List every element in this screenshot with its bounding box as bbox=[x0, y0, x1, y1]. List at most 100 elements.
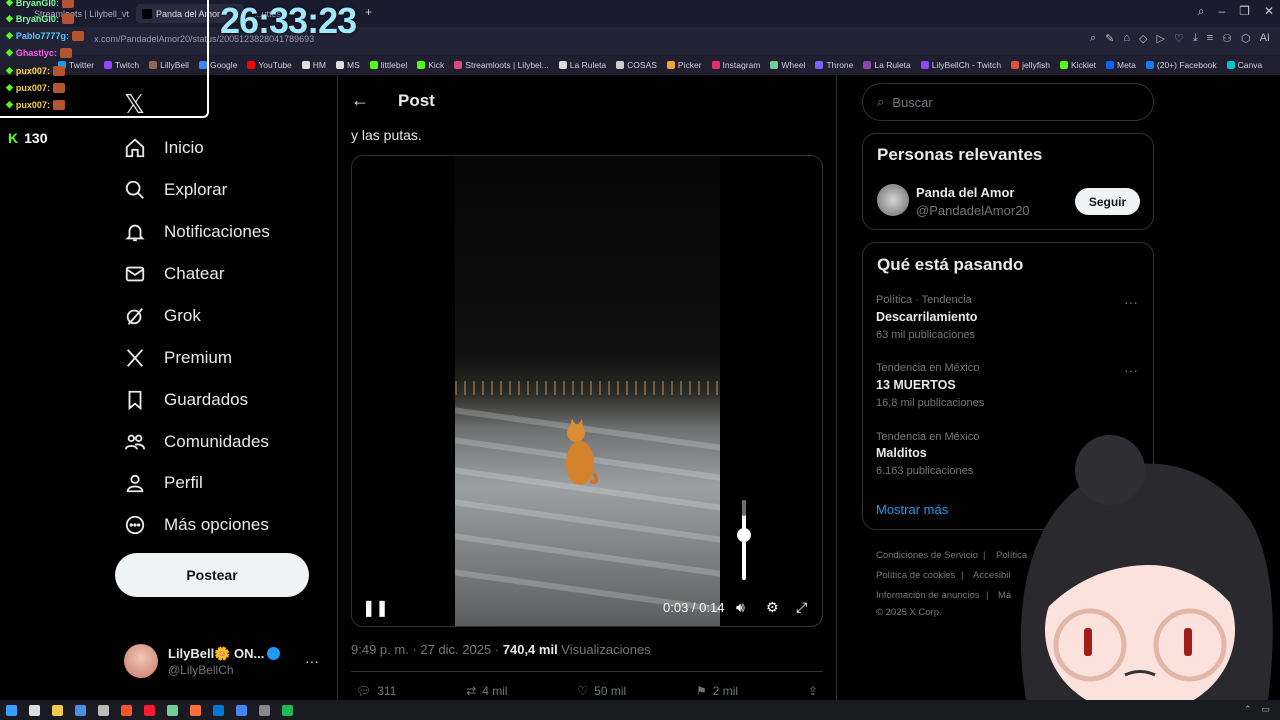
nav-item-inicio[interactable]: Inicio bbox=[124, 137, 204, 159]
brave-icon[interactable] bbox=[121, 704, 132, 716]
bookmark-item[interactable]: Canva bbox=[1226, 60, 1262, 70]
app-icon[interactable] bbox=[75, 704, 86, 716]
bookmark-item[interactable]: MS bbox=[336, 60, 360, 70]
bookmark-item[interactable]: LilyBellCh - Twitch bbox=[920, 60, 1001, 70]
menu-icon[interactable]: ≡ bbox=[1207, 32, 1213, 45]
bookmark-item[interactable]: Instagram bbox=[711, 60, 760, 70]
start-icon[interactable] bbox=[6, 704, 17, 716]
bookmark-item[interactable]: Picker bbox=[666, 60, 702, 70]
reply-button[interactable]: 💬︎ 311 bbox=[356, 684, 396, 698]
like-button[interactable]: ♡ 50 mil bbox=[577, 684, 626, 698]
browser-toolbar: ⌕ ✎ ⌂ ◇ ▷ ♡ ⤓ ≡ ⚇ ⬡ AI bbox=[1090, 32, 1270, 45]
follow-button[interactable]: Seguir bbox=[1075, 188, 1140, 215]
bookmark-item[interactable]: La Ruleta bbox=[558, 60, 606, 70]
views-count: 740,4 mil bbox=[502, 642, 558, 657]
bookmark-icon: ⚑ bbox=[696, 684, 707, 698]
zoom-icon[interactable]: ⌕ bbox=[1090, 32, 1096, 45]
post-actions: 💬︎ 311 ⇄ 4 mil ♡ 50 mil ⚑ 2 mil ⇪ bbox=[356, 684, 818, 698]
edge-icon[interactable] bbox=[213, 704, 224, 716]
nav-item-guardados[interactable]: Guardados bbox=[124, 389, 248, 411]
heart-icon[interactable]: ♡ bbox=[1174, 32, 1184, 45]
show-more-link[interactable]: Mostrar más bbox=[876, 502, 948, 517]
nav-item-explorar[interactable]: Explorar bbox=[124, 179, 227, 201]
settings-icon[interactable]: ⚙ bbox=[766, 599, 779, 616]
bookmark-item[interactable]: Kicklet bbox=[1059, 60, 1096, 70]
avatar[interactable] bbox=[877, 184, 909, 216]
nav-item-mas-opciones[interactable]: Más opciones bbox=[124, 514, 269, 536]
bookmark-item[interactable]: YouTube bbox=[247, 60, 292, 70]
footer-link-ads[interactable]: Información de anuncios bbox=[876, 590, 980, 601]
bookmark-item[interactable]: COSAS bbox=[616, 60, 657, 70]
volume-icon[interactable]: 🔊︎ bbox=[736, 599, 745, 616]
bookmark-item[interactable]: HM bbox=[301, 60, 326, 70]
extension-icon[interactable]: ⬡ bbox=[1241, 32, 1251, 45]
bookmark-item[interactable]: Wheel bbox=[770, 60, 805, 70]
edit-icon[interactable]: ✎ bbox=[1105, 32, 1114, 45]
volume-slider-handle[interactable] bbox=[737, 528, 751, 542]
repost-button[interactable]: ⇄ 4 mil bbox=[466, 684, 507, 698]
chrome-icon[interactable] bbox=[236, 704, 247, 716]
firefox-icon[interactable] bbox=[190, 704, 201, 716]
trend-more-icon[interactable]: ··· bbox=[1124, 362, 1138, 378]
app-icon[interactable] bbox=[98, 704, 109, 716]
trend-name[interactable]: 13 MUERTOS bbox=[876, 378, 956, 392]
shield-icon[interactable]: ◇ bbox=[1139, 32, 1147, 45]
notification-icon[interactable]: ▭ bbox=[1261, 704, 1270, 715]
nav-item-notificaciones[interactable]: Notificaciones bbox=[124, 221, 270, 243]
account-icon[interactable]: ⚇ bbox=[1222, 32, 1232, 45]
trend-name[interactable]: Descarrilamiento bbox=[876, 310, 977, 324]
pause-icon[interactable]: ❚❚ bbox=[362, 598, 389, 618]
bookmark-item[interactable]: (20+) Facebook bbox=[1145, 60, 1217, 70]
new-tab-icon[interactable]: + bbox=[365, 5, 372, 19]
video-time: 0:03 / 0:14 bbox=[663, 600, 725, 615]
trend-category: Política · Tendencia bbox=[876, 294, 972, 306]
app-icon[interactable] bbox=[167, 704, 178, 716]
bookmark-item[interactable]: Streamloots | Lilybel... bbox=[454, 60, 549, 70]
relevant-person-name[interactable]: Panda del Amor bbox=[916, 185, 1014, 200]
footer-link-cookies[interactable]: Política de cookies bbox=[876, 570, 955, 581]
bookmark-button[interactable]: ⚑ 2 mil bbox=[696, 684, 738, 698]
bookmark-item[interactable]: Throne bbox=[815, 60, 853, 70]
bookmark-item[interactable]: Kick bbox=[417, 60, 444, 70]
trend-more-icon[interactable]: ··· bbox=[1124, 294, 1138, 310]
footer-link-terms[interactable]: Condiciones de Servicio bbox=[876, 550, 978, 561]
people-icon bbox=[124, 434, 146, 450]
opera-icon[interactable] bbox=[144, 704, 155, 716]
folder-icon[interactable] bbox=[52, 704, 63, 716]
nav-item-grok[interactable]: Grok bbox=[124, 305, 201, 327]
chat-message: ◆ Ghastlyc: bbox=[6, 47, 72, 58]
maximize-icon[interactable]: ❐ bbox=[1239, 4, 1250, 19]
account-more-icon[interactable]: ··· bbox=[305, 653, 319, 669]
nav-item-premium[interactable]: Premium bbox=[124, 347, 232, 369]
post-timestamp[interactable]: 9:49 p. m. · 27 dic. 2025 · bbox=[351, 642, 503, 657]
camera-icon[interactable]: ⌂ bbox=[1123, 32, 1130, 45]
tray-icon[interactable]: ⌃ bbox=[1244, 704, 1252, 715]
nav-item-chatear[interactable]: Chatear bbox=[124, 263, 224, 285]
app-icon[interactable] bbox=[29, 704, 40, 716]
bookmark-item[interactable]: jellyfish bbox=[1011, 60, 1050, 70]
fullscreen-icon[interactable]: ⤢ bbox=[796, 599, 807, 616]
ai-icon[interactable]: AI bbox=[1260, 32, 1270, 45]
share-button[interactable]: ⇪ bbox=[808, 684, 818, 698]
nav-item-comunidades[interactable]: Comunidades bbox=[124, 431, 269, 453]
bookmark-item[interactable]: La Ruleta bbox=[863, 60, 911, 70]
obs-icon[interactable] bbox=[259, 704, 270, 716]
search-tabs-icon[interactable]: ⌕ bbox=[1198, 4, 1205, 19]
nav-item-perfil[interactable]: Perfil bbox=[124, 472, 203, 494]
close-icon[interactable]: ✕ bbox=[1264, 4, 1274, 19]
download-icon[interactable]: ⤓ bbox=[1193, 32, 1198, 45]
video-player[interactable] bbox=[351, 155, 823, 627]
search-input[interactable]: ⌕ Buscar bbox=[862, 83, 1154, 121]
minimize-icon[interactable]: – bbox=[1218, 4, 1225, 19]
account-switcher[interactable]: LilyBell🌼 ON... @LilyBellCh bbox=[124, 644, 281, 678]
post-button[interactable]: Postear bbox=[115, 553, 309, 597]
post-text: y las putas. bbox=[351, 127, 422, 143]
spotify-icon[interactable] bbox=[282, 704, 293, 716]
bookmark-item[interactable]: Meta bbox=[1105, 60, 1136, 70]
back-arrow-icon[interactable]: ← bbox=[351, 90, 369, 111]
bookmark-item[interactable]: littlebel bbox=[369, 60, 407, 70]
play-icon[interactable]: ▷ bbox=[1156, 32, 1164, 45]
bookmark-favicon-icon bbox=[417, 61, 426, 69]
trend-name[interactable]: Malditos bbox=[876, 446, 927, 460]
reply-icon: 💬︎ bbox=[356, 684, 372, 698]
